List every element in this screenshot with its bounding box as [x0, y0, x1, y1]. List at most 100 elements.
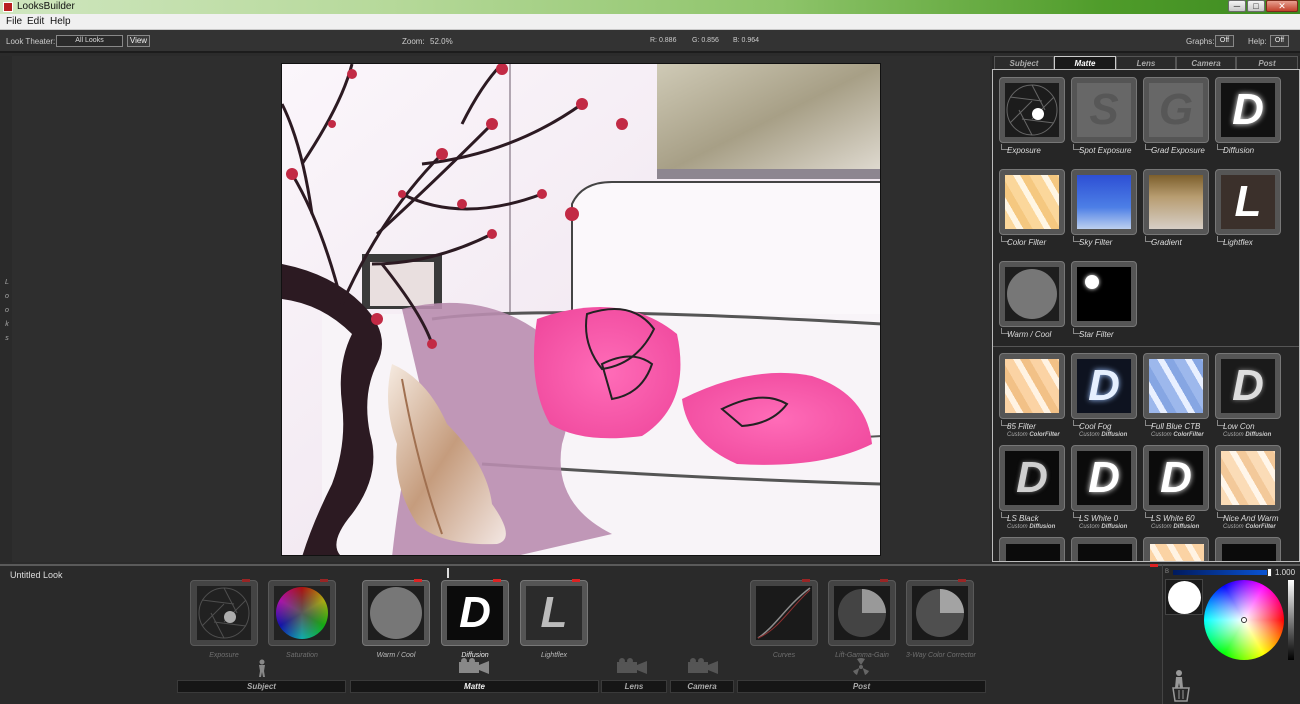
looks-letter: s	[5, 335, 9, 342]
tool-gradient[interactable]: Gradient	[1143, 169, 1209, 259]
look-name[interactable]: Untitled Look	[10, 570, 63, 580]
stack-corner-marker	[1150, 564, 1158, 567]
graphs-toggle[interactable]: Off	[1215, 35, 1234, 47]
stack-tool-label: Curves	[772, 652, 796, 659]
look-stack-panel: Untitled Look Exposure Saturation Warm /…	[0, 564, 1162, 704]
tool-color-filter[interactable]: Color Filter	[999, 169, 1065, 259]
diffusion-d-icon: D	[1221, 83, 1275, 137]
color-filter-icon	[1005, 359, 1059, 413]
remove-tool-marker[interactable]	[414, 579, 422, 582]
tool-label: Lightflex	[1223, 238, 1253, 247]
category-lens[interactable]: Lens	[601, 680, 667, 693]
tab-subject[interactable]: Subject	[994, 56, 1054, 69]
remove-tool-marker[interactable]	[320, 579, 328, 582]
warm-cool-icon	[1005, 267, 1059, 321]
stack-playhead[interactable]	[447, 568, 449, 578]
tool-label: Grad Exposure	[1151, 146, 1205, 155]
preset-sub-custom: Custom	[1079, 432, 1100, 438]
tool-lightflex[interactable]: L Lightflex	[1215, 169, 1281, 259]
curves-icon	[756, 586, 812, 640]
color-wheel-picker[interactable]	[1241, 617, 1247, 623]
preset-partial[interactable]	[1215, 537, 1281, 561]
stack-tool-label: Exposure	[209, 652, 239, 659]
stack-tool-lift-gamma-gain[interactable]: Lift-Gamma-Gain	[828, 579, 898, 668]
star-filter-icon	[1077, 267, 1131, 321]
preset-ls-white-60[interactable]: D LS White 60 Custom Diffusion	[1143, 445, 1209, 535]
tab-camera[interactable]: Camera	[1176, 56, 1236, 69]
menu-file[interactable]: File	[6, 16, 22, 27]
tool-label: Star Filter	[1079, 330, 1114, 339]
tool-sky-filter[interactable]: Sky Filter	[1071, 169, 1137, 259]
tab-lens[interactable]: Lens	[1116, 56, 1176, 69]
remove-tool-marker[interactable]	[958, 579, 966, 582]
stack-tool-lightflex[interactable]: L Lightflex	[520, 579, 590, 668]
three-way-corrector-icon	[912, 586, 968, 640]
camera-movie-icon	[688, 658, 718, 674]
menu-edit[interactable]: Edit	[27, 16, 44, 27]
remove-tool-marker[interactable]	[242, 579, 250, 582]
preset-nice-and-warm[interactable]: Nice And Warm Custom ColorFilter	[1215, 445, 1281, 535]
tool-grad-exposure[interactable]: G Grad Exposure	[1143, 77, 1209, 167]
preset-partial[interactable]	[1143, 537, 1209, 561]
tool-spot-exposure[interactable]: S Spot Exposure	[1071, 77, 1137, 167]
stack-tool-curves[interactable]: Curves	[750, 579, 820, 668]
preset-sub-custom: Custom	[1223, 524, 1244, 530]
preview-photo[interactable]	[281, 63, 881, 556]
category-camera[interactable]: Camera	[670, 680, 734, 693]
remove-tool-marker[interactable]	[493, 579, 501, 582]
tab-post[interactable]: Post	[1236, 56, 1298, 69]
preset-cool-fog[interactable]: D Cool Fog Custom Diffusion	[1071, 353, 1137, 443]
grid-divider	[993, 346, 1299, 347]
tool-glyph: D	[459, 588, 491, 637]
stack-tool-diffusion[interactable]: D Diffusion	[441, 579, 511, 668]
preset-sub-type: ColorFilter	[1029, 432, 1060, 438]
category-post[interactable]: Post	[737, 680, 986, 693]
help-toggle[interactable]: Off	[1270, 35, 1289, 47]
preset-low-con[interactable]: D Low Con Custom Diffusion	[1215, 353, 1281, 443]
menu-help[interactable]: Help	[50, 16, 71, 27]
looks-sidebar[interactable]: L o o k s	[0, 56, 12, 562]
maximize-button[interactable]: □	[1247, 0, 1265, 12]
trash-icon[interactable]	[1169, 668, 1193, 702]
remove-tool-marker[interactable]	[572, 579, 580, 582]
tool-label: Exposure	[1007, 146, 1041, 155]
value-slider[interactable]	[1288, 580, 1294, 660]
grad-exposure-g-icon: G	[1149, 83, 1203, 137]
tool-star-filter[interactable]: Star Filter	[1071, 261, 1137, 351]
preset-sub-type: Diffusion	[1101, 432, 1128, 438]
brightness-slider-handle[interactable]	[1267, 568, 1272, 577]
stack-tool-saturation[interactable]: Saturation	[268, 579, 338, 668]
tab-matte[interactable]: Matte	[1054, 56, 1116, 69]
current-color-swatch[interactable]	[1165, 579, 1203, 615]
close-button[interactable]: ✕	[1266, 0, 1298, 12]
preset-85-filter[interactable]: 85 Filter Custom ColorFilter	[999, 353, 1065, 443]
remove-tool-marker[interactable]	[880, 579, 888, 582]
diffusion-d-icon: D	[1149, 451, 1203, 505]
post-radiation-icon	[853, 658, 869, 675]
stack-tool-warm-cool[interactable]: Warm / Cool	[362, 579, 432, 668]
preset-partial[interactable]	[999, 537, 1065, 561]
tool-glyph: S	[1089, 85, 1119, 134]
look-theater-select[interactable]: All Looks	[56, 35, 123, 47]
preset-ls-white-0[interactable]: D LS White 0 Custom Diffusion	[1071, 445, 1137, 535]
preset-sub: Custom ColorFilter	[1007, 432, 1073, 438]
stack-tool-exposure[interactable]: Exposure	[190, 579, 260, 668]
tool-label: Spot Exposure	[1079, 146, 1132, 155]
category-matte[interactable]: Matte	[350, 680, 599, 693]
looks-letter: k	[5, 321, 9, 328]
tool-label: Diffusion	[1223, 146, 1255, 155]
preset-ls-black[interactable]: D LS Black Custom Diffusion	[999, 445, 1065, 535]
minimize-button[interactable]: ─	[1228, 0, 1246, 12]
preset-full-blue-ctb[interactable]: Full Blue CTB Custom ColorFilter	[1143, 353, 1209, 443]
tool-diffusion[interactable]: D Diffusion	[1215, 77, 1281, 167]
remove-tool-marker[interactable]	[802, 579, 810, 582]
category-subject[interactable]: Subject	[177, 680, 346, 693]
brightness-slider[interactable]	[1173, 570, 1269, 575]
tool-exposure[interactable]: Exposure	[999, 77, 1065, 167]
view-button[interactable]: View	[127, 35, 150, 47]
preset-sub-custom: Custom	[1007, 524, 1028, 530]
red-readout: R: 0.886	[650, 37, 677, 44]
tool-warm-cool[interactable]: Warm / Cool	[999, 261, 1065, 351]
preset-partial[interactable]	[1071, 537, 1137, 561]
stack-tool-3-way-color-corrector[interactable]: 3-Way Color Corrector	[906, 579, 976, 668]
